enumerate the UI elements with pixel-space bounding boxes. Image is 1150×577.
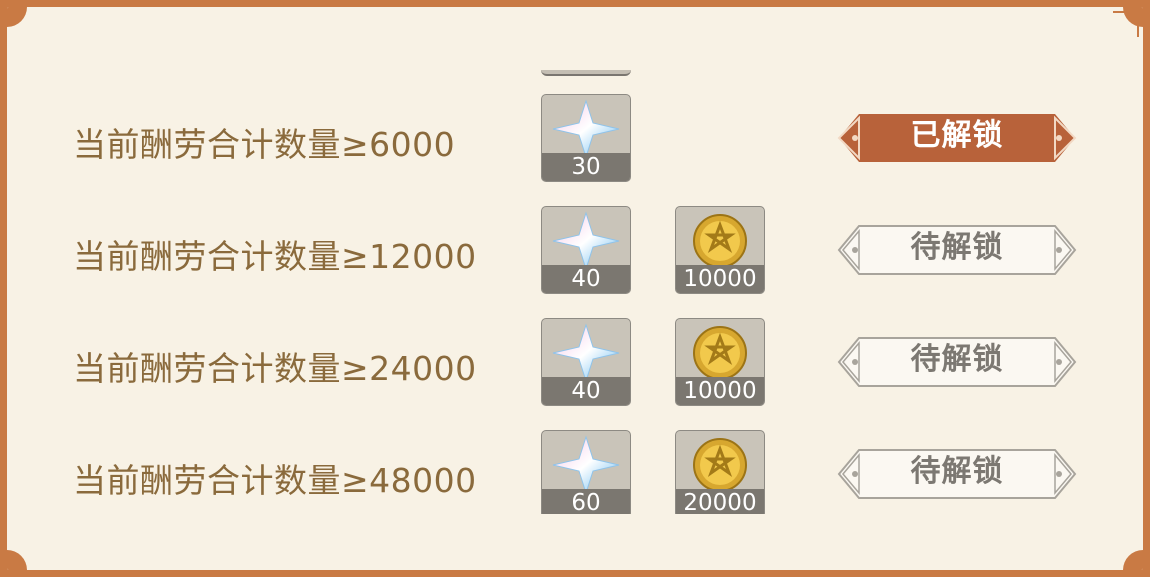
- rewards-panel: 当前酬劳合计数量≥6000 30 已解锁 当前酬劳合计数量≥12000 40 1…: [7, 7, 1143, 570]
- corner-ornament: [7, 550, 27, 570]
- threshold-label: 当前酬劳合计数量≥48000: [73, 461, 477, 500]
- threshold-label: 当前酬劳合计数量≥6000: [73, 125, 456, 164]
- mora-coin-icon: [693, 326, 747, 380]
- corner-ornament: [1123, 550, 1143, 570]
- mora-coin-icon: [693, 214, 747, 268]
- unlock-status-badge: 已解锁: [837, 110, 1077, 166]
- corner-line-ornament: [1113, 11, 1139, 37]
- reward-item-mora[interactable]: 20000: [675, 430, 765, 514]
- previous-item-fragment: [541, 70, 631, 76]
- status-text: 待解锁: [910, 230, 1004, 265]
- reward-row: 当前酬劳合计数量≥48000 60 20000 待解锁: [7, 430, 1143, 514]
- threshold-label: 当前酬劳合计数量≥24000: [73, 349, 477, 388]
- threshold-label: 当前酬劳合计数量≥12000: [73, 237, 477, 276]
- primogem-icon: [552, 211, 620, 269]
- status-text: 待解锁: [910, 454, 1004, 489]
- reward-quantity: 30: [542, 153, 630, 181]
- reward-quantity: 20000: [676, 489, 764, 514]
- primogem-icon: [552, 99, 620, 157]
- window-frame: 当前酬劳合计数量≥6000 30 已解锁 当前酬劳合计数量≥12000 40 1…: [0, 0, 1150, 577]
- mora-coin-icon: [693, 438, 747, 492]
- reward-item-primogem[interactable]: 40: [541, 318, 631, 406]
- reward-item-mora[interactable]: 10000: [675, 206, 765, 294]
- status-text: 待解锁: [910, 342, 1004, 377]
- reward-quantity: 10000: [676, 377, 764, 405]
- reward-item-primogem[interactable]: 30: [541, 94, 631, 182]
- reward-row: 当前酬劳合计数量≥24000 40 10000 待解锁: [7, 318, 1143, 408]
- unlock-status-badge: 待解锁: [837, 446, 1077, 502]
- reward-quantity: 40: [542, 377, 630, 405]
- reward-item-mora[interactable]: 10000: [675, 318, 765, 406]
- primogem-icon: [552, 323, 620, 381]
- reward-list[interactable]: 当前酬劳合计数量≥6000 30 已解锁 当前酬劳合计数量≥12000 40 1…: [7, 70, 1143, 514]
- reward-item-primogem[interactable]: 60: [541, 430, 631, 514]
- reward-quantity: 10000: [676, 265, 764, 293]
- reward-quantity: 60: [542, 489, 630, 514]
- status-text: 已解锁: [910, 118, 1004, 153]
- unlock-status-badge: 待解锁: [837, 334, 1077, 390]
- reward-row: 当前酬劳合计数量≥6000 30 已解锁: [7, 94, 1143, 184]
- primogem-icon: [552, 435, 620, 493]
- reward-item-primogem[interactable]: 40: [541, 206, 631, 294]
- corner-ornament: [7, 7, 27, 27]
- reward-row: 当前酬劳合计数量≥12000 40 10000 待解锁: [7, 206, 1143, 296]
- reward-quantity: 40: [542, 265, 630, 293]
- unlock-status-badge: 待解锁: [837, 222, 1077, 278]
